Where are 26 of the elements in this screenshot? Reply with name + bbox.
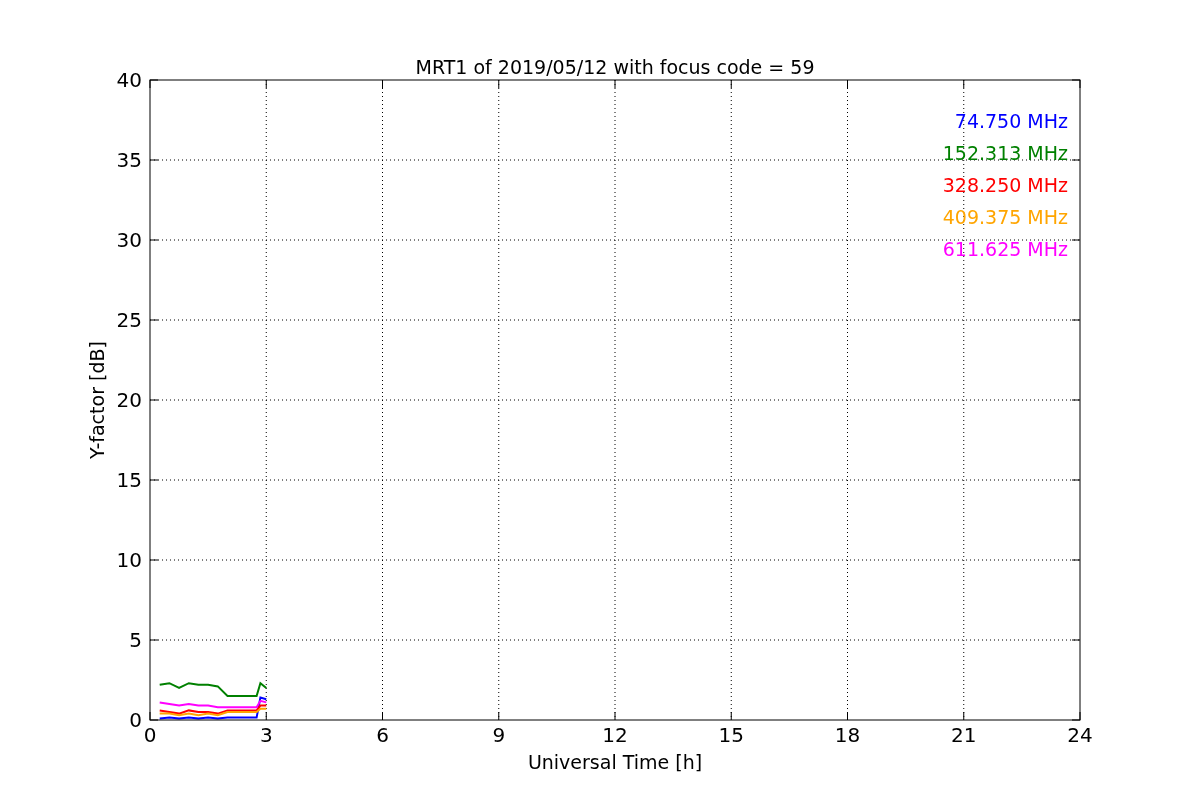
chart-title: MRT1 of 2019/05/12 with focus code = 59 [415, 56, 815, 78]
y-tick-label: 30 [116, 228, 142, 252]
x-axis-label: Universal Time [h] [527, 751, 703, 773]
x-tick-label: 6 [376, 723, 389, 747]
y-tick-label: 10 [116, 548, 142, 572]
y-tick-label: 20 [116, 388, 142, 412]
x-tick-label: 12 [602, 723, 628, 747]
x-tick-label: 9 [492, 723, 506, 747]
y-axis-label: Y-factor [dB] [86, 341, 108, 459]
x-tick-label: 24 [1067, 723, 1093, 747]
y-tick-label: 25 [116, 308, 142, 332]
y-tick-label: 5 [129, 628, 142, 652]
y-tick-label: 15 [116, 468, 142, 492]
x-tick-label: 21 [951, 723, 977, 747]
legend-label: 152.313 MHz [942, 142, 1068, 164]
y-tick-label: 40 [116, 68, 142, 92]
legend-label: 409.375 MHz [942, 206, 1068, 228]
legend-label: 328.250 MHz [942, 174, 1068, 196]
x-tick-label: 3 [259, 723, 273, 747]
y-tick-label: 0 [129, 708, 142, 732]
x-tick-label: 15 [718, 723, 744, 747]
x-tick-label: 18 [834, 723, 861, 747]
y-tick-label: 35 [116, 148, 142, 172]
x-tick-label: 0 [143, 723, 157, 747]
legend-label: 611.625 MHz [942, 238, 1068, 260]
legend-label: 74.750 MHz [954, 110, 1068, 132]
